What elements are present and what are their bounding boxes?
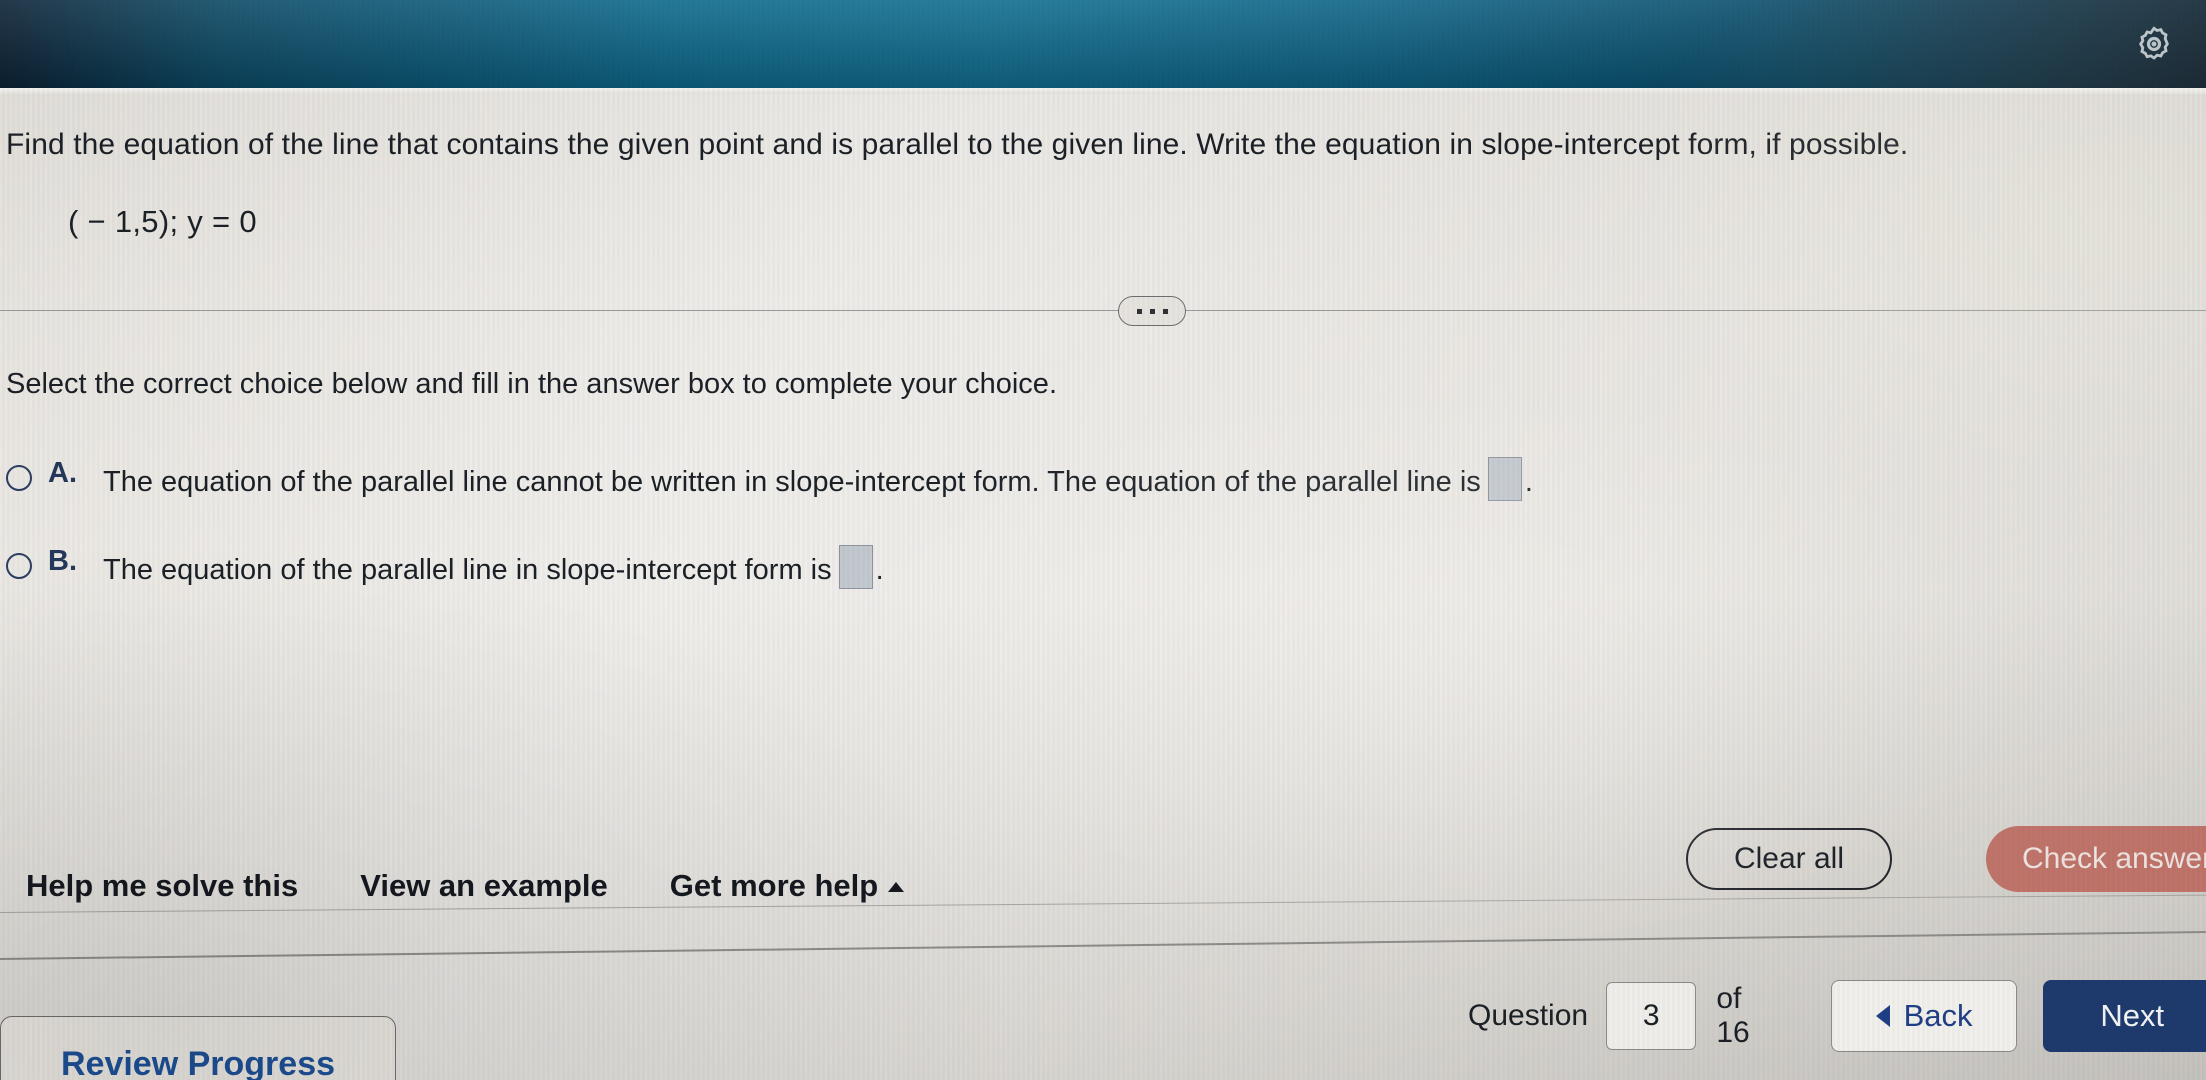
choice-option-b[interactable]: B. The equation of the parallel line in … bbox=[6, 545, 2146, 589]
header-sheen bbox=[0, 0, 2206, 88]
back-button-label: Back bbox=[1903, 998, 1973, 1033]
choice-a-before-box: The equation of the parallel line cannot… bbox=[103, 466, 1481, 498]
choice-instruction: Select the correct choice below and fill… bbox=[6, 368, 1057, 400]
choice-b-after-box: . bbox=[875, 554, 884, 586]
header-bottom-edge bbox=[0, 88, 2206, 94]
choice-text-a: The equation of the parallel line cannot… bbox=[103, 457, 1533, 501]
problem-prompt: Find the equation of the line that conta… bbox=[6, 128, 1909, 161]
app-header bbox=[0, 0, 2206, 88]
choice-option-a[interactable]: A. The equation of the parallel line can… bbox=[6, 457, 2146, 501]
chevron-up-icon bbox=[888, 882, 905, 892]
choice-text-b: The equation of the parallel line in slo… bbox=[103, 545, 884, 589]
mathxl-question-screen: Find the equation of the line that conta… bbox=[0, 0, 2206, 1080]
question-navigation: Question 3 of 16 Back Next bbox=[1468, 980, 2206, 1052]
divider-line bbox=[0, 310, 2206, 311]
answer-input-b[interactable] bbox=[838, 545, 873, 589]
clear-all-button[interactable]: Clear all bbox=[1686, 828, 1892, 890]
answer-choices: Select the correct choice below and fill… bbox=[6, 368, 2146, 633]
choice-b-before-box: The equation of the parallel line in slo… bbox=[103, 554, 832, 586]
question-total-label: of 16 bbox=[1716, 982, 1750, 1049]
choice-a-after-box: . bbox=[1524, 466, 1533, 498]
problem-statement: Find the equation of the line that conta… bbox=[6, 128, 2146, 240]
help-toolbar: Help me solve this View an example Get m… bbox=[26, 868, 905, 904]
ellipsis-dot bbox=[1162, 308, 1168, 314]
view-an-example-button[interactable]: View an example bbox=[360, 868, 608, 904]
choice-letter-b: B. bbox=[48, 545, 77, 577]
question-label: Question bbox=[1468, 999, 1589, 1032]
next-button[interactable]: Next bbox=[2043, 980, 2206, 1052]
ellipsis-icon[interactable] bbox=[1118, 296, 1186, 326]
bottom-divider bbox=[0, 931, 2206, 960]
help-me-solve-this-button[interactable]: Help me solve this bbox=[26, 868, 298, 904]
get-more-help-button[interactable]: Get more help bbox=[669, 868, 905, 904]
review-progress-button[interactable]: Review Progress bbox=[0, 1016, 396, 1080]
radio-button-a[interactable] bbox=[6, 465, 32, 491]
choice-letter-a: A. bbox=[48, 457, 77, 489]
ellipsis-dot bbox=[1149, 308, 1155, 314]
check-answer-button[interactable]: Check answer bbox=[1986, 826, 2206, 892]
question-number-input[interactable]: 3 bbox=[1606, 982, 1697, 1050]
gear-icon[interactable] bbox=[2126, 16, 2182, 72]
get-more-help-label: Get more help bbox=[669, 868, 879, 903]
back-button[interactable]: Back bbox=[1831, 980, 2018, 1052]
radio-button-b[interactable] bbox=[6, 553, 32, 579]
answer-input-a[interactable] bbox=[1487, 457, 1522, 501]
section-divider bbox=[0, 296, 2206, 326]
triangle-left-icon bbox=[1875, 1005, 1890, 1027]
problem-given-values: ( − 1,5); y = 0 bbox=[68, 204, 257, 239]
ellipsis-dot bbox=[1136, 308, 1142, 314]
